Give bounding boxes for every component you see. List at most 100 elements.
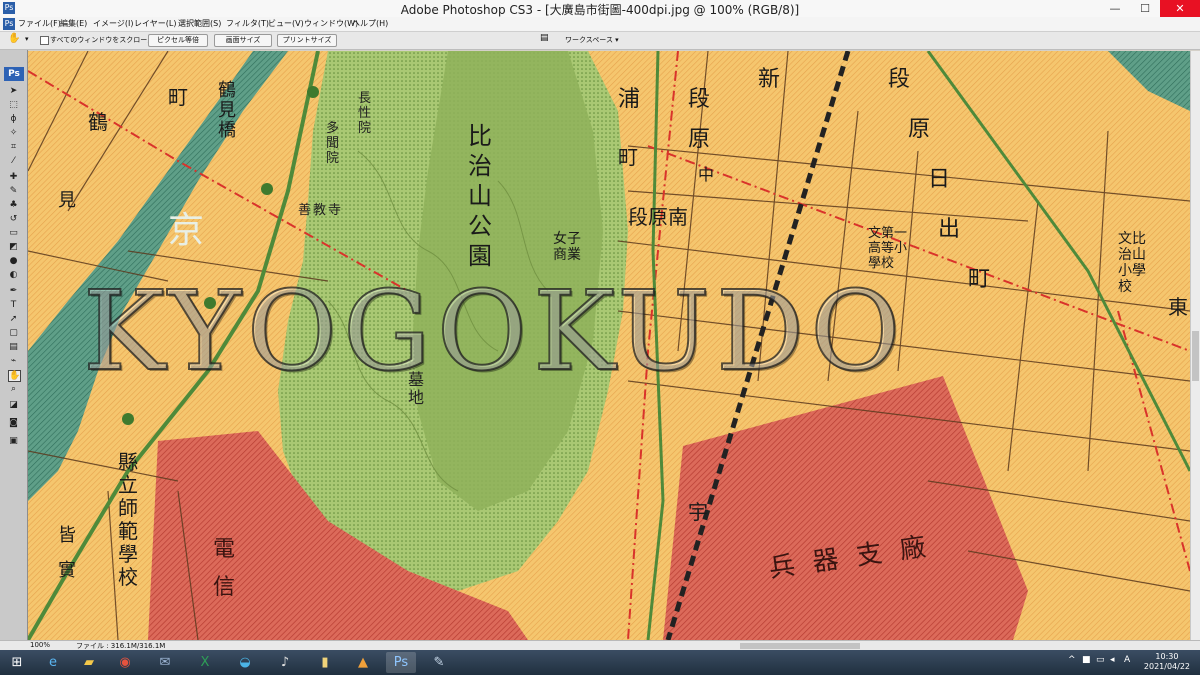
system-clock[interactable]: 10:30 2021/04/22: [1144, 652, 1190, 672]
slice-tool-icon[interactable]: ⁄: [8, 156, 19, 166]
image-viewer-icon[interactable]: ▲: [348, 652, 378, 673]
hara-label-1: 原: [688, 127, 711, 152]
hinode-label-2: 出: [938, 217, 961, 242]
minimize-button[interactable]: —: [1100, 0, 1130, 17]
menu-view[interactable]: ビュー(V): [268, 18, 304, 29]
kai-label: 皆: [58, 525, 76, 546]
move-tool-icon[interactable]: ➤: [8, 86, 19, 96]
paint-app-icon[interactable]: ✎: [424, 652, 454, 673]
menu-file[interactable]: ファイル(F): [18, 18, 61, 29]
document-canvas[interactable]: 比治山公園 鶴見橋 長性院 多聞院 善教寺 墓地 浦 町 段 原 新 段 原 日…: [28, 51, 1190, 640]
girls-commercial-school-label: 女子商業: [553, 231, 581, 263]
dan-label-1: 段: [688, 87, 711, 112]
menu-window[interactable]: ウィンドウ(W): [304, 18, 358, 29]
workspace-menu[interactable]: ワークスペース ▾: [565, 35, 619, 45]
notes-tool-icon[interactable]: ▤: [8, 342, 19, 352]
print-size-button[interactable]: プリントサイズ: [277, 34, 337, 47]
machi-label-3: 町: [168, 85, 188, 109]
edge-icon[interactable]: ◒: [230, 652, 260, 673]
tamon-in-label: 多聞院: [326, 121, 340, 166]
eyedropper-tool-icon[interactable]: ⌁: [8, 356, 19, 366]
zoom-tool-icon[interactable]: ⌕: [8, 384, 19, 394]
ime-icon[interactable]: A: [1124, 655, 1130, 665]
gradient-tool-icon[interactable]: ◩: [8, 242, 19, 252]
ura-label: 浦: [618, 87, 641, 112]
vertical-scrollbar[interactable]: [1190, 51, 1200, 640]
quick-mask-icon[interactable]: ◙: [8, 418, 19, 428]
mi-label: 見: [58, 190, 76, 211]
foreground-background-color-icon[interactable]: ◪: [8, 400, 19, 410]
u-label: 宇: [688, 500, 708, 524]
hand-tool-selected-icon[interactable]: ✋: [8, 370, 21, 382]
pen-tool-icon[interactable]: ✒: [8, 286, 19, 296]
machi-label-2: 町: [968, 267, 991, 292]
chrome-icon[interactable]: ◉: [110, 652, 140, 673]
options-bar: ✋ ▾ すべてのウィンドウをスクロール ピクセル等倍 画面サイズ プリントサイズ…: [0, 32, 1200, 50]
document-icon: Ps: [3, 18, 15, 30]
clone-stamp-icon[interactable]: ♣: [8, 200, 19, 210]
shin-label: 新: [758, 67, 781, 92]
danbara-minami-label: 段原南: [628, 205, 688, 229]
audio-app-icon[interactable]: ♪: [270, 652, 300, 673]
photoshop-taskbar-icon[interactable]: Ps: [386, 652, 416, 673]
crop-tool-icon[interactable]: ⌗: [8, 142, 19, 152]
close-button[interactable]: ✕: [1160, 0, 1200, 17]
magic-wand-tool-icon[interactable]: ✧: [8, 128, 19, 138]
maximize-button[interactable]: ☐: [1130, 0, 1160, 17]
hijiyama-elementary-label: 文比治山小學校: [1118, 231, 1146, 295]
tool-preset-chevron-icon[interactable]: ▾: [25, 35, 29, 43]
excel-icon[interactable]: X: [190, 652, 220, 673]
dan-label-2: 段: [888, 67, 911, 92]
scroll-all-windows-checkbox[interactable]: [40, 36, 49, 45]
choshoin-label: 長性院: [358, 91, 372, 136]
daiichi-school-label: 文第一高等小學校: [868, 226, 908, 271]
zoom-level[interactable]: 100%: [30, 641, 50, 649]
horizontal-scroll-thumb[interactable]: [740, 643, 860, 649]
hand-tool-icon[interactable]: ✋: [8, 33, 20, 44]
clock-date: 2021/04/22: [1143, 662, 1190, 671]
higashi-label: 東: [1168, 295, 1188, 319]
windows-taskbar: ⊞ e ▰ ◉ ✉ X ◒ ♪ ▮ ▲ Ps ✎ ^ ■ ▭ ◂ A 10:30…: [0, 650, 1200, 675]
windows-start-icon[interactable]: ⊞: [2, 652, 32, 673]
notes-app-icon[interactable]: ▮: [310, 652, 340, 673]
danbara-naka-label: 中: [698, 165, 715, 184]
menu-layer[interactable]: レイヤー(L): [134, 18, 176, 29]
type-tool-icon[interactable]: T: [8, 300, 19, 310]
menu-image[interactable]: イメージ(I): [93, 18, 133, 29]
eraser-tool-icon[interactable]: ▭: [8, 228, 19, 238]
kyo-label: 京: [168, 210, 205, 251]
path-select-icon[interactable]: ➚: [8, 314, 19, 324]
screen-mode-icon[interactable]: ▣: [8, 436, 19, 446]
internet-explorer-icon[interactable]: e: [38, 652, 68, 673]
mail-app-icon[interactable]: ✉: [150, 652, 180, 673]
kyogokudo-watermark: KYOGOKUDO: [82, 267, 907, 395]
vertical-scroll-thumb[interactable]: [1192, 331, 1199, 381]
history-brush-icon[interactable]: ↺: [8, 214, 19, 224]
telegraph-office-label: 電信: [213, 537, 236, 600]
marquee-tool-icon[interactable]: ⬚: [8, 100, 19, 110]
file-explorer-icon[interactable]: ▰: [74, 652, 104, 673]
palette-well-icon[interactable]: ▤: [540, 33, 549, 43]
dodge-tool-icon[interactable]: ◐: [8, 270, 19, 280]
menu-filter[interactable]: フィルタ(T): [226, 18, 269, 29]
window-title: Adobe Photoshop CS3 - [大廣島市街圖-400dpi.jpg…: [400, 3, 800, 17]
tray-chevron-icon[interactable]: ^: [1068, 655, 1076, 665]
tray-app-icon[interactable]: ■: [1082, 655, 1091, 665]
actual-pixels-button[interactable]: ピクセル等倍: [148, 34, 208, 47]
blur-tool-icon[interactable]: ●: [8, 256, 19, 266]
tsuru-label: 鶴: [88, 110, 108, 134]
zenkyo-ji-label: 善教寺: [298, 203, 344, 218]
hara-label-2: 原: [908, 117, 931, 142]
shape-tool-icon[interactable]: ▢: [8, 328, 19, 338]
volume-icon[interactable]: ◂: [1110, 655, 1115, 665]
brush-tool-icon[interactable]: ✎: [8, 186, 19, 196]
menu-help[interactable]: ヘルプ(H): [352, 18, 388, 29]
toolbox: Ps ➤ ⬚ ϕ ✧ ⌗ ⁄ ✚ ✎ ♣ ↺ ▭ ◩ ● ◐ ✒ T ➚ ▢ ▤…: [0, 50, 28, 640]
prefectural-normal-school-label: 縣立師範學校: [118, 450, 138, 589]
menu-select[interactable]: 選択範囲(S): [178, 18, 221, 29]
fit-screen-button[interactable]: 画面サイズ: [214, 34, 272, 47]
healing-brush-icon[interactable]: ✚: [8, 172, 19, 182]
network-icon[interactable]: ▭: [1096, 655, 1105, 665]
menu-edit[interactable]: 編集(E): [60, 18, 87, 29]
lasso-tool-icon[interactable]: ϕ: [8, 114, 19, 124]
